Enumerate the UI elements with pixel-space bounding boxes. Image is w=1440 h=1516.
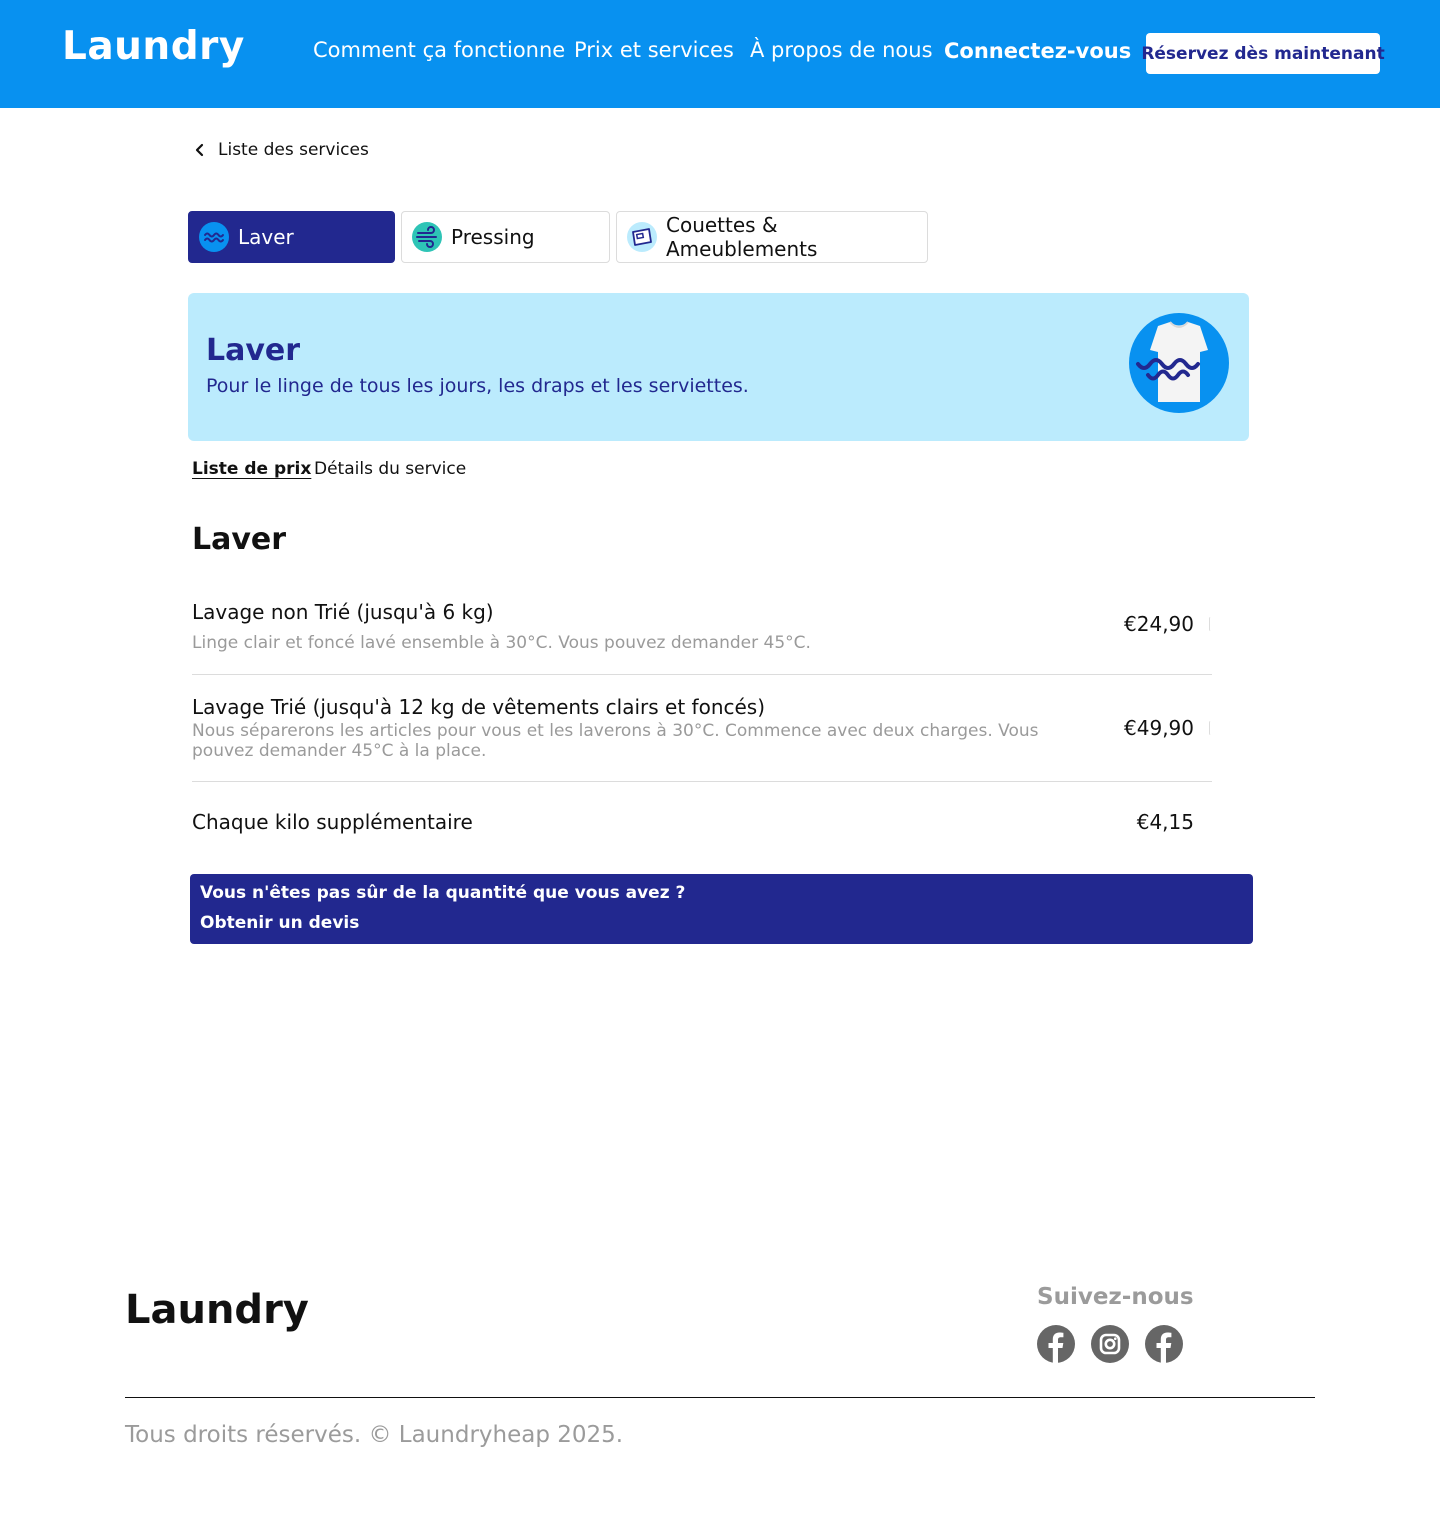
tshirt-waves-icon [1129,313,1229,413]
logo[interactable]: Laundry [62,24,245,69]
back-link-label: Liste des services [218,140,369,160]
price-item-price: €24,90 [1124,612,1194,636]
row-edge-marker [1209,617,1212,631]
facebook-icon[interactable] [1145,1325,1183,1363]
instagram-icon[interactable] [1091,1325,1129,1363]
chevron-left-icon [195,143,204,157]
follow-us-heading: Suivez-nous [1037,1284,1194,1310]
tab-price-list[interactable]: Liste de prix [192,459,311,479]
login-link[interactable]: Connectez-vous [944,39,1131,63]
tab-laver-label: Laver [238,225,294,249]
price-item-name: Lavage non Trié (jusqu'à 6 kg) [192,600,494,624]
tab-duvets-furnishings[interactable]: Couettes & Ameublements [616,211,928,263]
tab-service-details[interactable]: Détails du service [314,459,466,479]
book-now-button[interactable]: Réservez dès maintenant [1141,33,1385,74]
price-item-price: €4,15 [1136,810,1194,834]
section-title: Laver [192,522,287,557]
wind-icon [412,222,442,252]
price-item-name: Lavage Trié (jusqu'à 12 kg de vêtements … [192,695,766,719]
tab-pressing-label: Pressing [451,225,535,249]
duvet-icon [627,222,657,252]
price-row: Lavage non Trié (jusqu'à 6 kg) Linge cla… [192,600,1212,660]
price-item-name: Chaque kilo supplémentaire [192,810,473,834]
tab-duvets-label: Couettes & Ameublements [666,213,818,261]
row-edge-marker [1209,721,1212,735]
footer-divider [125,1397,1315,1398]
hero-title: Laver [206,333,301,368]
price-item-price: €49,90 [1124,716,1194,740]
row-divider [192,781,1212,782]
footer-logo[interactable]: Laundry [125,1287,309,1333]
service-hero-banner: Laver Pour le linge de tous les jours, l… [188,293,1249,441]
copyright-text: Tous droits réservés. © Laundryheap 2025… [125,1422,624,1448]
quote-question: Vous n'êtes pas sûr de la quantité que v… [200,883,686,903]
price-row: Lavage Trié (jusqu'à 12 kg de vêtements … [192,695,1212,765]
get-quote-link[interactable]: Obtenir un devis [200,913,359,933]
quote-banner[interactable]: Vous n'êtes pas sûr de la quantité que v… [190,874,1253,944]
row-divider [192,674,1212,675]
price-item-description: Linge clair et foncé lavé ensemble à 30°… [192,633,811,653]
nav-how-it-works[interactable]: Comment ça fonctionne [313,38,565,62]
top-header: Laundry Comment ça fonctionne Prix et se… [0,0,1440,108]
price-row: Chaque kilo supplémentaire €4,15 [192,808,1212,838]
back-to-services-link[interactable]: Liste des services [190,140,369,160]
nav-about-us[interactable]: À propos de nous [750,38,933,62]
price-item-description: Nous séparerons les articles pour vous e… [192,721,1039,761]
wash-waves-icon [199,222,229,252]
facebook-icon[interactable] [1037,1325,1075,1363]
tab-laver[interactable]: Laver [188,211,395,263]
tab-pressing[interactable]: Pressing [401,211,610,263]
nav-prices-services[interactable]: Prix et services [574,38,734,62]
hero-subtitle: Pour le linge de tous les jours, les dra… [206,375,749,397]
